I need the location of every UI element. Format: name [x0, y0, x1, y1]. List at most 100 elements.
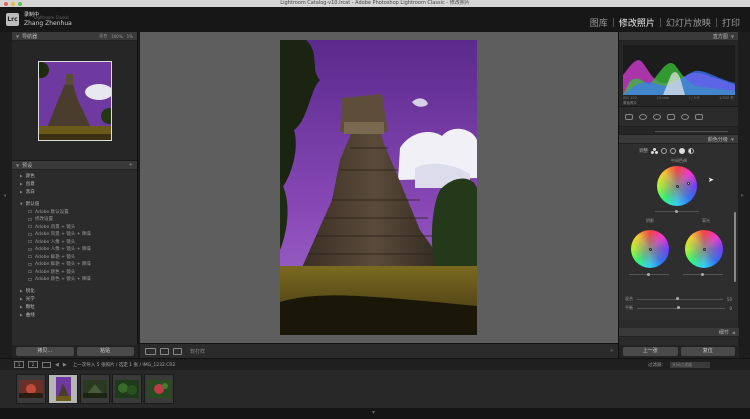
blending-slider[interactable]	[637, 297, 723, 300]
graduated-filter-icon[interactable]	[667, 113, 675, 120]
highlights-color-wheel[interactable]	[685, 230, 723, 268]
midtones-hue-handle[interactable]	[687, 182, 690, 185]
preset-item[interactable]: Adobe 鲜艳 + 镜头 + 降噪	[12, 261, 137, 269]
filmstrip-thumbnail[interactable]	[144, 374, 174, 404]
preset-folder-open[interactable]: ▼ 默认值	[12, 200, 137, 208]
zoom-100[interactable]: 100%	[111, 34, 122, 39]
secondary-window-button[interactable]: 2	[28, 361, 38, 368]
filmstrip	[0, 370, 750, 408]
presets-header[interactable]: ▼ 预设 +	[12, 161, 137, 170]
zoom-fit[interactable]: 适合	[99, 33, 107, 39]
plus-icon[interactable]: +	[129, 162, 133, 168]
highlights-luminance-slider[interactable]	[683, 272, 723, 276]
toolbar-menu-icon[interactable]: ▾	[610, 348, 613, 354]
expand-triangle-icon: ▼	[730, 136, 734, 142]
preset-item[interactable]: Adobe 风景 + 镜头	[12, 223, 137, 231]
preset-item[interactable]: Adobe 颜色 + 镜头	[12, 268, 137, 276]
before-after-split-icon[interactable]	[173, 347, 182, 355]
spot-removal-icon[interactable]	[639, 113, 647, 120]
preset-icon	[28, 270, 32, 274]
module-slideshow[interactable]: 幻灯片放映	[662, 16, 715, 29]
filmstrip-thumbnail[interactable]	[80, 374, 110, 404]
main-photo[interactable]	[280, 40, 477, 335]
wheel-center-icon	[648, 247, 652, 251]
preset-folder[interactable]: ▶ 曲线	[12, 311, 137, 319]
nav-back-icon[interactable]: ◀	[55, 362, 59, 368]
brush-tool-icon[interactable]	[695, 113, 703, 120]
preset-item[interactable]: Adobe 风景 + 镜头 + 降噪	[12, 231, 137, 239]
preset-icon	[28, 240, 32, 244]
histogram-header[interactable]: 直方图 ▼	[619, 32, 738, 41]
slider-knob[interactable]	[647, 272, 650, 276]
nav-forward-icon[interactable]: ▶	[63, 362, 67, 368]
slider-knob[interactable]	[676, 306, 680, 309]
preset-folder[interactable]: ▶ 光学	[12, 295, 137, 303]
previous-settings-button[interactable]: 上一张	[623, 347, 678, 356]
copy-settings-button[interactable]: 拷贝...	[16, 347, 74, 356]
slider-knob[interactable]	[675, 209, 678, 213]
thumbnail-image	[115, 380, 139, 398]
right-panel-scrollbar[interactable]	[734, 212, 736, 282]
midtones-luminance-slider[interactable]	[655, 209, 699, 213]
filmstrip-source-path[interactable]: 上一次导入 5 张照片 / 选定 1 张 / IMG_1232.CR2	[73, 362, 176, 368]
module-print[interactable]: 打印	[718, 16, 744, 29]
filter-dropdown[interactable]: 关闭过滤器	[670, 362, 710, 368]
slider-knob[interactable]	[675, 297, 679, 300]
paste-settings-button[interactable]: 粘贴	[76, 347, 134, 356]
collapsed-triangle-icon: ◀	[731, 329, 735, 335]
reset-button[interactable]: 复位	[680, 347, 735, 356]
highlights-view-icon[interactable]	[679, 148, 685, 154]
zoom-custom[interactable]: 1%	[127, 34, 133, 39]
filmstrip-toggle[interactable]: ▾	[0, 408, 750, 419]
thumbnail-image	[55, 377, 71, 401]
slider-knob[interactable]	[701, 272, 704, 276]
left-panel-toggle[interactable]: ◂	[0, 32, 12, 358]
preset-folder[interactable]: ▶ 颜色	[12, 172, 137, 180]
histogram[interactable]: ISO 100 15 mm f / 5.6 1/320 秒 原始照片	[619, 41, 738, 107]
preset-item[interactable]: Adobe 人像 + 镜头 + 降噪	[12, 246, 137, 254]
module-develop[interactable]: 修改照片	[615, 16, 659, 29]
preset-folder[interactable]: ▶ 黑白	[12, 188, 137, 196]
color-grading-panel: 调整 中间色调 ➤ 阴影 高光 混合 50 平衡 0	[619, 144, 738, 320]
balance-slider[interactable]	[637, 306, 726, 309]
tool-amount-slider[interactable]	[655, 131, 728, 132]
preset-folder[interactable]: ▶ 创意	[12, 180, 137, 188]
preset-item[interactable]: Adobe 颜色 + 镜头 + 降噪	[12, 276, 137, 284]
before-after-icon[interactable]	[160, 347, 169, 355]
expand-triangle-icon: ▼	[16, 33, 20, 39]
preset-item[interactable]: 修改设置	[12, 216, 137, 224]
original-photo-checkbox[interactable]: 原始照片	[623, 101, 637, 106]
three-way-view-icon[interactable]	[651, 148, 658, 154]
shadows-view-icon[interactable]	[661, 148, 667, 154]
image-canvas[interactable]	[140, 32, 618, 343]
midtones-color-wheel[interactable]	[657, 166, 697, 206]
filmstrip-thumbnail[interactable]	[112, 374, 142, 404]
grid-view-icon[interactable]	[42, 361, 51, 368]
loupe-view-icon[interactable]	[145, 347, 156, 355]
filmstrip-thumbnail[interactable]	[16, 374, 46, 404]
radial-filter-icon[interactable]	[681, 113, 689, 120]
preset-folder[interactable]: ▶ 锐化	[12, 287, 137, 295]
shadows-color-wheel[interactable]	[631, 230, 669, 268]
red-eye-icon[interactable]	[653, 113, 661, 120]
filmstrip-thumbnail-selected[interactable]	[48, 374, 78, 404]
navigator-thumbnail[interactable]	[37, 60, 112, 141]
global-view-icon[interactable]	[688, 148, 694, 154]
preset-item[interactable]: Adobe 鲜艳 + 镜头	[12, 253, 137, 261]
midtones-view-icon[interactable]	[670, 148, 676, 154]
navigator-header[interactable]: ▼ 导航器 适合 100% 1%	[12, 32, 137, 41]
crop-tool-icon[interactable]	[625, 113, 633, 120]
preset-item[interactable]: Adobe 人像 + 镜头	[12, 238, 137, 246]
shadows-luminance-slider[interactable]	[629, 272, 669, 276]
module-library[interactable]: 图库	[586, 16, 612, 29]
blending-label: 混合	[625, 296, 633, 301]
highlights-label: 高光	[702, 218, 710, 223]
right-panel-toggle[interactable]: ▸	[738, 32, 750, 358]
soft-proofing-label[interactable]: 软打样	[190, 348, 205, 355]
navigator-preview[interactable]	[12, 41, 137, 161]
preset-item[interactable]: Adobe 默认设置	[12, 208, 137, 216]
color-grading-header[interactable]: 颜色分级 ▼	[619, 135, 738, 144]
preset-folder[interactable]: ▶ 颗粒	[12, 303, 137, 311]
detail-header[interactable]: 细节 ◀	[619, 328, 739, 337]
main-window-button[interactable]: 1	[14, 361, 24, 368]
